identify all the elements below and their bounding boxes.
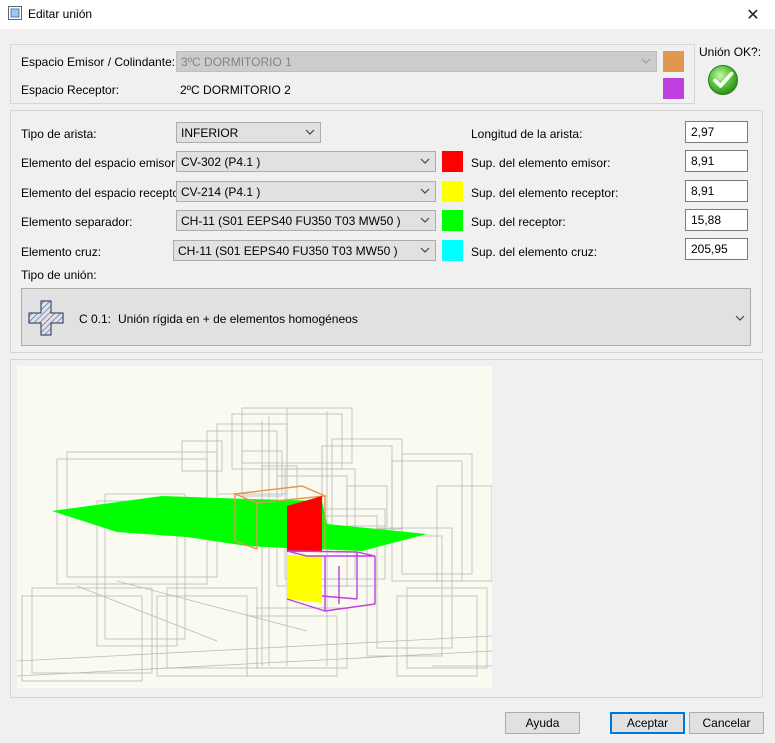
emitter-space-select[interactable]: 3ºC DORMITORIO 1	[176, 51, 657, 72]
emitter-element-value: CV-302 (P4.1 )	[181, 155, 261, 169]
separator-element-select[interactable]: CH-11 (S01 EEPS40 FU350 T03 MW50 )	[176, 210, 436, 231]
chevron-down-icon	[420, 158, 430, 164]
union-ok-label: Unión OK?:	[699, 45, 762, 59]
union-type-label: Tipo de unión:	[21, 268, 97, 282]
app-icon	[8, 6, 22, 20]
receiver-space-color	[663, 78, 684, 99]
receiver-space-value: 2ºC DORMITORIO 2	[180, 83, 291, 97]
cross-element-select[interactable]: CH-11 (S01 EEPS40 FU350 T03 MW50 )	[173, 240, 436, 261]
edge-type-label: Tipo de arista:	[21, 127, 97, 141]
receiver-element-label: Elemento del espacio receptor:	[21, 186, 187, 200]
window-title: Editar unión	[28, 7, 93, 21]
chevron-down-icon	[420, 217, 430, 223]
receiver-element-select[interactable]: CV-214 (P4.1 )	[176, 181, 436, 202]
cross-element-label: Elemento cruz:	[21, 245, 102, 259]
cross-surface-field[interactable]: 205,95	[685, 238, 748, 260]
accept-button[interactable]: Aceptar	[610, 712, 685, 734]
separator-element-color	[442, 210, 463, 231]
separator-element-value: CH-11 (S01 EEPS40 FU350 T03 MW50 )	[181, 214, 401, 228]
separator-surface-label: Sup. del receptor:	[471, 215, 566, 229]
emitter-surface-label: Sup. del elemento emisor:	[471, 156, 611, 170]
edge-type-select[interactable]: INFERIOR	[176, 122, 321, 143]
help-button[interactable]: Ayuda	[505, 712, 580, 734]
edge-length-label: Longitud de la arista:	[471, 127, 583, 141]
union-type-description: Unión rígida en + de elementos homogéneo…	[118, 312, 358, 326]
receiver-surface-field[interactable]: 8,91	[685, 180, 748, 202]
chevron-down-icon	[641, 58, 651, 64]
union-type-code: C 0.1:	[79, 312, 112, 326]
emitter-surface-field[interactable]: 8,91	[685, 150, 748, 172]
receiver-element-value: CV-214 (P4.1 )	[181, 185, 261, 199]
chevron-down-icon	[735, 315, 745, 321]
emitter-element-select[interactable]: CV-302 (P4.1 )	[176, 151, 436, 172]
close-icon: ✕	[746, 6, 760, 24]
check-ok-icon	[708, 65, 738, 95]
emitter-element-label: Elemento del espacio emisor:	[21, 156, 179, 170]
3d-preview-viewport[interactable]	[17, 366, 492, 688]
title-bar: Editar unión ✕	[0, 0, 775, 29]
separator-element-label: Elemento separador:	[21, 215, 133, 229]
emitter-space-value: 3ºC DORMITORIO 1	[181, 55, 292, 69]
cross-joint-icon	[28, 300, 64, 336]
union-type-select[interactable]: C 0.1: Unión rígida en + de elementos ho…	[21, 288, 751, 346]
emitter-space-color	[663, 51, 684, 72]
edge-type-value: INFERIOR	[181, 126, 239, 140]
receiver-surface-label: Sup. del elemento receptor:	[471, 186, 619, 200]
separator-surface-field[interactable]: 15,88	[685, 209, 748, 231]
close-button[interactable]: ✕	[731, 0, 775, 29]
cancel-button[interactable]: Cancelar	[689, 712, 764, 734]
chevron-down-icon	[420, 247, 430, 253]
chevron-down-icon	[305, 129, 315, 135]
emitter-element-color	[442, 151, 463, 172]
edge-length-field[interactable]: 2,97	[685, 121, 748, 143]
receiver-space-label: Espacio Receptor:	[21, 83, 120, 97]
chevron-down-icon	[420, 188, 430, 194]
receiver-element-color	[442, 181, 463, 202]
cross-element-color	[442, 240, 463, 261]
emitter-space-label: Espacio Emisor / Colindante:	[21, 55, 176, 69]
cross-element-value: CH-11 (S01 EEPS40 FU350 T03 MW50 )	[178, 244, 398, 258]
cross-surface-label: Sup. del elemento cruz:	[471, 245, 598, 259]
